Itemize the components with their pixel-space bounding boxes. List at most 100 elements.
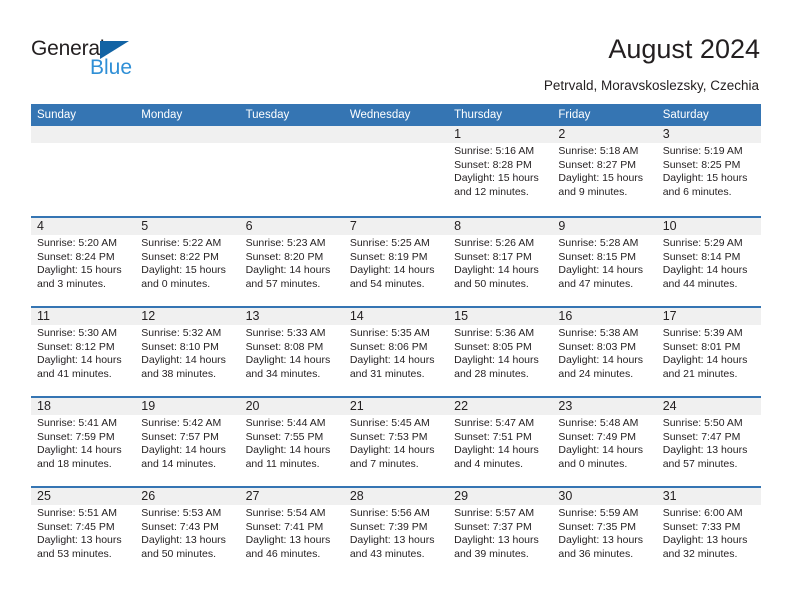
calendar-day-cell[interactable]: 16 Sunrise: 5:38 AM Sunset: 8:03 PM Dayligh… xyxy=(552,308,657,396)
day-sunset-text: Sunset: 8:15 PM xyxy=(558,250,637,263)
day-sunrise-text: Sunrise: 5:54 AM xyxy=(245,507,326,519)
day-daylight-text: and 54 minutes. xyxy=(349,277,425,290)
calendar-day-cell[interactable]: 14 Sunrise: 5:35 AM Sunset: 8:06 PM Dayligh… xyxy=(343,308,449,396)
day-daylight-text: Daylight: 13 hours xyxy=(37,534,122,547)
day-sunset-text: Sunset: 8:25 PM xyxy=(662,158,741,171)
day-sunset-text: Sunset: 8:10 PM xyxy=(141,340,219,353)
calendar-day-cell[interactable]: 1 Sunrise: 5:16 AM Sunset: 8:28 PM Daylight… xyxy=(448,126,553,216)
day-number: 26 xyxy=(141,489,156,503)
day-daylight-text: Daylight: 14 hours xyxy=(37,444,122,457)
day-number-band xyxy=(343,218,449,235)
calendar-day-cell[interactable]: 25 Sunrise: 5:51 AM Sunset: 7:45 PM Dayligh… xyxy=(31,488,136,576)
calendar-day-cell[interactable]: 27 Sunrise: 5:54 AM Sunset: 7:41 PM Dayligh… xyxy=(239,488,344,576)
day-sunset-text: Sunset: 8:24 PM xyxy=(37,250,115,263)
day-sunrise-text: Sunrise: 5:32 AM xyxy=(141,327,222,339)
general-blue-logo[interactable]: General Blue xyxy=(31,38,151,82)
day-sunrise-text: Sunrise: 5:45 AM xyxy=(349,417,430,429)
day-daylight-text: Daylight: 14 hours xyxy=(349,444,435,457)
day-sunset-text: Sunset: 7:57 PM xyxy=(141,430,219,443)
day-sunrise-text: Sunrise: 5:53 AM xyxy=(141,507,222,519)
calendar-day-cell[interactable]: 10 Sunrise: 5:29 AM Sunset: 8:14 PM Dayligh… xyxy=(656,218,761,306)
calendar-day-cell[interactable]: 17 Sunrise: 5:39 AM Sunset: 8:01 PM Dayligh… xyxy=(656,308,761,396)
day-sunrise-text: Sunrise: 5:22 AM xyxy=(141,237,222,249)
calendar-day-cell[interactable]: 15 Sunrise: 5:36 AM Sunset: 8:05 PM Dayligh… xyxy=(448,308,553,396)
day-number: 2 xyxy=(558,127,566,141)
calendar-day-cell[interactable]: 9 Sunrise: 5:28 AM Sunset: 8:15 PM Daylight… xyxy=(552,218,657,306)
day-sun-info: Sunrise: 5:36 AM Sunset: 8:05 PM Daylight:… xyxy=(454,327,548,381)
day-sunset-text: Sunset: 8:06 PM xyxy=(349,340,428,353)
day-sun-info: Sunrise: 5:45 AM Sunset: 7:53 PM Daylight:… xyxy=(350,417,444,471)
weekday-header-monday: Monday xyxy=(141,109,183,121)
day-sunrise-text: Sunrise: 5:20 AM xyxy=(37,237,117,249)
day-daylight-text: Daylight: 14 hours xyxy=(245,354,331,367)
weekday-header-tuesday: Tuesday xyxy=(245,109,290,121)
day-daylight-text: and 7 minutes. xyxy=(349,457,419,470)
day-daylight-text: Daylight: 14 hours xyxy=(454,354,539,367)
day-sun-info: Sunrise: 5:47 AM Sunset: 7:51 PM Daylight:… xyxy=(454,417,548,471)
day-daylight-text: and 43 minutes. xyxy=(349,547,425,560)
calendar-day-cell[interactable]: 13 Sunrise: 5:33 AM Sunset: 8:08 PM Dayligh… xyxy=(239,308,344,396)
day-sun-info: Sunrise: 5:29 AM Sunset: 8:14 PM Daylight:… xyxy=(663,237,757,291)
day-daylight-text: and 44 minutes. xyxy=(662,277,738,290)
calendar-day-cell[interactable]: 6 Sunrise: 5:23 AM Sunset: 8:20 PM Daylight… xyxy=(239,218,344,306)
day-daylight-text: Daylight: 14 hours xyxy=(662,354,748,367)
calendar-day-cell[interactable]: 4 Sunrise: 5:20 AM Sunset: 8:24 PM Daylight… xyxy=(31,218,136,306)
calendar-day-cell[interactable]: 22 Sunrise: 5:47 AM Sunset: 7:51 PM Dayligh… xyxy=(448,398,553,486)
day-sunset-text: Sunset: 7:45 PM xyxy=(37,520,115,533)
day-daylight-text: Daylight: 15 hours xyxy=(141,264,226,277)
calendar-day-cell[interactable]: 20 Sunrise: 5:44 AM Sunset: 7:55 PM Dayligh… xyxy=(239,398,344,486)
day-daylight-text: and 11 minutes. xyxy=(245,457,320,470)
day-number: 18 xyxy=(37,399,51,413)
day-daylight-text: and 21 minutes. xyxy=(662,367,738,380)
calendar-day-cell[interactable]: 23 Sunrise: 5:48 AM Sunset: 7:49 PM Dayligh… xyxy=(552,398,657,486)
day-sun-info: Sunrise: 5:42 AM Sunset: 7:57 PM Daylight:… xyxy=(141,417,235,471)
calendar-day-cell[interactable]: 3 Sunrise: 5:19 AM Sunset: 8:25 PM Daylight… xyxy=(656,126,761,216)
calendar-day-cell[interactable]: 28 Sunrise: 5:56 AM Sunset: 7:39 PM Dayligh… xyxy=(343,488,449,576)
day-daylight-text: Daylight: 14 hours xyxy=(141,444,226,457)
calendar-week-row: 25 Sunrise: 5:51 AM Sunset: 7:45 PM Dayligh… xyxy=(31,486,761,576)
day-sun-info: Sunrise: 5:44 AM Sunset: 7:55 PM Daylight:… xyxy=(246,417,340,471)
calendar-table: Sunday Monday Tuesday Wednesday Thursday… xyxy=(31,104,761,576)
calendar-day-cell[interactable]: 2 Sunrise: 5:18 AM Sunset: 8:27 PM Daylight… xyxy=(552,126,657,216)
calendar-day-cell[interactable]: 19 Sunrise: 5:42 AM Sunset: 7:57 PM Dayligh… xyxy=(135,398,240,486)
day-sunset-text: Sunset: 7:59 PM xyxy=(37,430,115,443)
day-sunset-text: Sunset: 8:14 PM xyxy=(662,250,741,263)
day-sunset-text: Sunset: 8:01 PM xyxy=(662,340,741,353)
calendar-day-cell[interactable]: 29 Sunrise: 5:57 AM Sunset: 7:37 PM Dayligh… xyxy=(448,488,553,576)
calendar-week-row: 4 Sunrise: 5:20 AM Sunset: 8:24 PM Daylight… xyxy=(31,216,761,306)
calendar-day-cell[interactable]: 18 Sunrise: 5:41 AM Sunset: 7:59 PM Dayligh… xyxy=(31,398,136,486)
day-number-band xyxy=(552,126,657,143)
day-daylight-text: and 3 minutes. xyxy=(37,277,106,290)
weekday-header-sunday: Sunday xyxy=(37,109,77,121)
day-sunset-text: Sunset: 7:35 PM xyxy=(558,520,637,533)
day-number: 22 xyxy=(454,399,469,413)
calendar-day-cell[interactable]: 26 Sunrise: 5:53 AM Sunset: 7:43 PM Dayligh… xyxy=(135,488,240,576)
calendar-day-cell[interactable]: 11 Sunrise: 5:30 AM Sunset: 8:12 PM Dayligh… xyxy=(31,308,136,396)
day-sunrise-text: Sunrise: 5:57 AM xyxy=(454,507,535,519)
calendar-day-cell[interactable]: 8 Sunrise: 5:26 AM Sunset: 8:17 PM Daylight… xyxy=(448,218,553,306)
day-number-band xyxy=(31,218,136,235)
day-sunset-text: Sunset: 8:05 PM xyxy=(454,340,532,353)
calendar-day-cell[interactable]: 30 Sunrise: 5:59 AM Sunset: 7:35 PM Dayligh… xyxy=(552,488,657,576)
calendar-day-cell[interactable]: 24 Sunrise: 5:50 AM Sunset: 7:47 PM Dayligh… xyxy=(656,398,761,486)
calendar-day-cell[interactable]: 7 Sunrise: 5:25 AM Sunset: 8:19 PM Daylight… xyxy=(343,218,449,306)
day-number-band xyxy=(656,126,761,143)
day-daylight-text: Daylight: 14 hours xyxy=(349,264,435,277)
page-header: General Blue August 2024 Petrvald, Morav… xyxy=(0,0,792,104)
day-sunset-text: Sunset: 7:47 PM xyxy=(662,430,741,443)
day-sunrise-text: Sunrise: 5:16 AM xyxy=(454,145,535,157)
day-sunrise-text: Sunrise: 5:50 AM xyxy=(662,417,743,429)
calendar-day-cell-empty xyxy=(239,126,344,216)
day-number: 13 xyxy=(245,309,260,323)
day-number-band xyxy=(135,126,240,143)
calendar-day-cell[interactable]: 12 Sunrise: 5:32 AM Sunset: 8:10 PM Dayligh… xyxy=(135,308,240,396)
calendar-day-cell[interactable]: 31 Sunrise: 6:00 AM Sunset: 7:33 PM Dayligh… xyxy=(656,488,761,576)
day-sunset-text: Sunset: 7:39 PM xyxy=(349,520,428,533)
day-daylight-text: Daylight: 14 hours xyxy=(558,444,644,457)
calendar-day-cell[interactable]: 21 Sunrise: 5:45 AM Sunset: 7:53 PM Dayligh… xyxy=(343,398,449,486)
day-daylight-text: Daylight: 14 hours xyxy=(349,354,435,367)
day-daylight-text: and 41 minutes. xyxy=(37,367,112,380)
day-sunrise-text: Sunrise: 5:18 AM xyxy=(558,145,639,157)
weekday-header-friday: Friday xyxy=(558,109,591,121)
calendar-day-cell[interactable]: 5 Sunrise: 5:22 AM Sunset: 8:22 PM Daylight… xyxy=(135,218,240,306)
